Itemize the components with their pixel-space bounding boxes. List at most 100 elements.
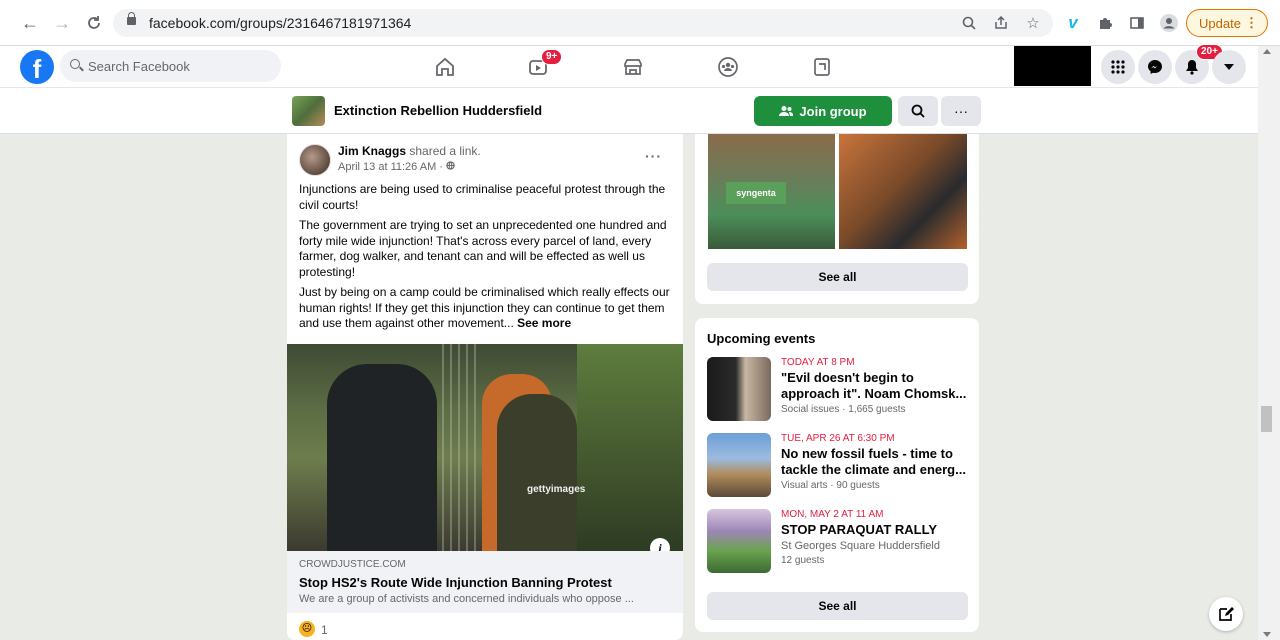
facebook-top-bar: f Search Facebook 9+ 20+ <box>0 44 1258 88</box>
search-placeholder: Search Facebook <box>88 59 190 74</box>
post-author-line: Jim Knaggs shared a link. <box>338 144 481 158</box>
event-title: No new fossil fuels - time to tackle the… <box>781 446 966 477</box>
info-icon[interactable]: i <box>650 538 670 551</box>
event-meta: Visual arts · 90 guests <box>781 480 880 491</box>
join-group-label: Join group <box>799 103 867 119</box>
post-paragraph: Just by being on a camp could be crimina… <box>299 285 674 332</box>
post-action: shared a link. <box>406 144 481 158</box>
post-paragraph: Injunctions are being used to criminalis… <box>299 182 666 212</box>
update-label: Update <box>1199 15 1241 31</box>
event-date: MON, MAY 2 AT 11 AM <box>781 509 884 520</box>
compose-icon <box>1219 607 1234 621</box>
post-paragraph-text: Just by being on a camp could be crimina… <box>299 285 670 330</box>
post-body: Injunctions are being used to criminalis… <box>299 182 674 337</box>
page-scrollbar[interactable] <box>1258 46 1280 640</box>
event-title: "Evil doesn't begin to approach it". Noa… <box>781 370 967 401</box>
group-more-button[interactable]: ··· <box>941 96 981 126</box>
image-protester <box>497 394 577 551</box>
caret-down-icon <box>1224 64 1234 70</box>
marketplace-icon[interactable] <box>619 54 647 80</box>
join-group-button[interactable]: Join group <box>754 96 892 126</box>
event-thumbnail <box>707 357 771 421</box>
media-photo-stage[interactable] <box>839 134 967 249</box>
event-location: St Georges Square Huddersfield <box>781 540 940 552</box>
post-timestamp[interactable]: April 13 at 11:26 AM · <box>338 161 455 173</box>
new-message-button[interactable] <box>1209 597 1243 631</box>
bookmark-star-icon[interactable]: ☆ <box>1022 12 1044 34</box>
messenger-icon <box>1148 60 1162 74</box>
account-menu-button[interactable] <box>1212 50 1246 84</box>
forward-arrow-icon[interactable]: → <box>50 11 74 35</box>
lock-icon <box>127 12 136 25</box>
photo-sign: syngenta <box>726 182 786 204</box>
image-officer <box>327 364 437 551</box>
event-item[interactable]: TODAY AT 8 PM "Evil doesn't begin to app… <box>707 357 972 423</box>
more-options-icon: ··· <box>954 103 968 119</box>
sad-reaction-icon[interactable]: ☹ <box>299 621 315 637</box>
event-date: TODAY AT 8 PM <box>781 357 855 368</box>
event-item[interactable]: MON, MAY 2 AT 11 AM STOP PARAQUAT RALLY … <box>707 509 972 575</box>
people-icon <box>779 106 794 116</box>
post-card: Jim Knaggs shared a link. April 13 at 11… <box>287 134 683 640</box>
media-photo-protest[interactable]: syngenta <box>708 134 835 249</box>
vimeo-extension-icon[interactable]: v <box>1062 12 1084 34</box>
post-paragraph: The government are trying to set an unpr… <box>299 218 667 279</box>
extensions-puzzle-icon[interactable] <box>1094 12 1116 34</box>
post-options-icon[interactable]: ··· <box>645 148 662 164</box>
messenger-button[interactable] <box>1138 50 1172 84</box>
globe-icon <box>446 161 455 170</box>
group-thumbnail[interactable] <box>292 96 325 126</box>
getty-watermark: gettyimages <box>527 484 586 495</box>
see-more-link[interactable]: See more <box>517 316 571 330</box>
author-name[interactable]: Jim Knaggs <box>338 144 406 158</box>
group-header-bar: Extinction Rebellion Huddersfield Join g… <box>0 88 1258 134</box>
bell-icon <box>1186 60 1198 75</box>
group-name[interactable]: Extinction Rebellion Huddersfield <box>334 103 542 118</box>
author-avatar[interactable] <box>299 144 331 176</box>
grid-icon <box>1111 60 1125 74</box>
facebook-logo-icon[interactable]: f <box>20 50 54 84</box>
link-description: We are a group of activists and concerne… <box>299 593 634 605</box>
search-icon <box>911 104 925 118</box>
side-panel-icon[interactable] <box>1126 12 1148 34</box>
events-see-all-button[interactable]: See all <box>707 592 968 620</box>
event-thumbnail <box>707 509 771 573</box>
image-fence <box>442 344 482 551</box>
reaction-count[interactable]: 1 <box>321 623 328 637</box>
back-arrow-icon[interactable]: ← <box>18 11 42 35</box>
event-thumbnail <box>707 433 771 497</box>
update-button[interactable]: Update ⋮ <box>1186 9 1268 37</box>
events-heading: Upcoming events <box>707 331 816 346</box>
facebook-search-input[interactable]: Search Facebook <box>60 50 281 82</box>
event-title: STOP PARAQUAT RALLY <box>781 522 938 537</box>
home-icon[interactable] <box>431 54 459 80</box>
scroll-down-arrow-icon[interactable] <box>1263 632 1271 637</box>
link-preview[interactable]: CROWDJUSTICE.COM Stop HS2's Route Wide I… <box>287 551 683 613</box>
media-see-all-button[interactable]: See all <box>707 263 968 291</box>
scrollbar-thumb[interactable] <box>1261 406 1272 432</box>
profile-avatar-icon[interactable] <box>1158 12 1180 34</box>
watch-badge: 9+ <box>541 49 563 65</box>
event-date: TUE, APR 26 AT 6:30 PM <box>781 433 895 444</box>
reload-icon[interactable] <box>82 11 106 35</box>
event-meta: Social issues · 1,665 guests <box>781 404 906 415</box>
scroll-up-arrow-icon[interactable] <box>1263 49 1271 54</box>
link-domain: CROWDJUSTICE.COM <box>299 559 406 570</box>
group-search-button[interactable] <box>898 96 938 126</box>
redacted-profile-area <box>1014 46 1091 86</box>
url-text: facebook.com/groups/2316467181971364 <box>149 15 412 31</box>
post-link-image[interactable]: gettyimages i <box>287 344 683 551</box>
event-meta: 12 guests <box>781 555 825 566</box>
address-bar[interactable]: facebook.com/groups/2316467181971364 <box>113 9 1053 37</box>
recent-media-card: syngenta See all <box>695 134 979 304</box>
post-time-text: April 13 at 11:26 AM · <box>338 161 447 173</box>
zoom-icon[interactable] <box>958 12 980 34</box>
event-item[interactable]: TUE, APR 26 AT 6:30 PM No new fossil fue… <box>707 433 972 499</box>
groups-icon[interactable] <box>714 54 742 80</box>
gaming-icon[interactable] <box>808 54 836 80</box>
search-icon <box>70 59 80 69</box>
upcoming-events-card: Upcoming events TODAY AT 8 PM "Evil does… <box>695 318 979 632</box>
browser-toolbar: ← → facebook.com/groups/2316467181971364… <box>0 0 1280 46</box>
menu-grid-button[interactable] <box>1101 50 1135 84</box>
share-icon[interactable] <box>990 12 1012 34</box>
